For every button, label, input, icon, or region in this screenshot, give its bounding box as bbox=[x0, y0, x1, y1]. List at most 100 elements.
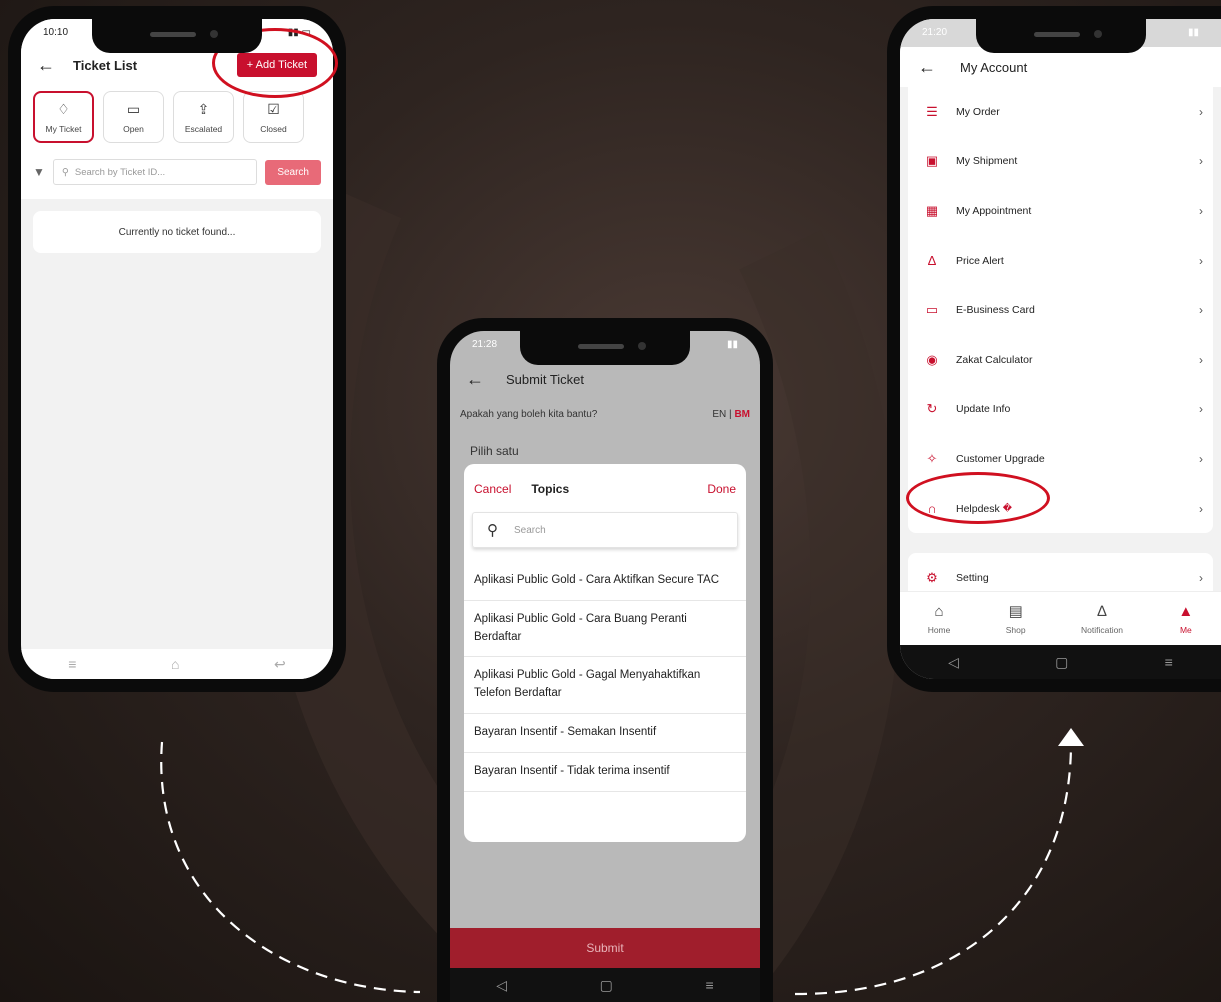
nav-me[interactable]: ▲ Me bbox=[1178, 603, 1193, 635]
language-toggle[interactable]: EN | BM bbox=[712, 409, 750, 420]
menu-item-my-appointment[interactable]: ▦ My Appointment › bbox=[908, 186, 1213, 236]
submit-button[interactable]: Submit bbox=[450, 928, 760, 968]
tab-escalated[interactable]: ⇪ Escalated bbox=[173, 91, 234, 143]
empty-state: Currently no ticket found... bbox=[33, 211, 321, 253]
menu-item-my-shipment[interactable]: ▣ My Shipment › bbox=[908, 137, 1213, 187]
menu-item-my-order[interactable]: ☰ My Order › bbox=[908, 87, 1213, 137]
menu-item-zakat-calculator[interactable]: ◉ Zakat Calculator › bbox=[908, 335, 1213, 385]
person-icon: ▲ bbox=[1178, 602, 1194, 620]
lang-bm[interactable]: BM bbox=[734, 409, 750, 420]
topic-search-input[interactable]: ⚲ Search bbox=[472, 512, 738, 548]
sparkle-icon: ✧ bbox=[926, 450, 938, 466]
topic-item[interactable]: Bayaran Insentif - Semakan Insentif bbox=[464, 714, 746, 753]
nav-label: Shop bbox=[1005, 625, 1026, 635]
app-bar: ← My Account bbox=[900, 47, 1221, 87]
phone-submit-ticket: 21:28 ▮▮ ← Submit Ticket Apakah yang bol… bbox=[437, 318, 773, 1002]
topic-item[interactable]: Aplikasi Public Gold - Cara Buang Perant… bbox=[464, 601, 746, 658]
check-box-icon: ☑ bbox=[267, 100, 280, 117]
tab-label: Escalated bbox=[184, 123, 223, 134]
page-title: My Account bbox=[960, 59, 1028, 75]
help-text: Apakah yang boleh kita bantu? bbox=[460, 409, 598, 420]
topics-sheet: Cancel Topics Done ⚲ Search Aplikasi Pub… bbox=[464, 464, 746, 842]
tab-my-ticket[interactable]: ♢ My Ticket bbox=[33, 91, 94, 143]
menu-icon[interactable]: ≡ bbox=[1165, 654, 1173, 670]
order-icon: ☰ bbox=[926, 103, 938, 119]
bell-icon: ∆ bbox=[1097, 602, 1107, 620]
chevron-right-icon: › bbox=[1199, 501, 1203, 516]
menu-label: My Appointment bbox=[956, 204, 1032, 217]
chevron-right-icon: › bbox=[1199, 402, 1203, 417]
menu-label: My Order bbox=[956, 105, 1000, 118]
filter-icon[interactable]: ▼ bbox=[33, 165, 45, 179]
arrow-left-icon[interactable]: ← bbox=[466, 369, 484, 390]
help-row: Apakah yang boleh kita bantu? EN | BM bbox=[450, 399, 760, 420]
home-icon[interactable]: ⌂ bbox=[171, 656, 179, 672]
escalate-icon: ⇪ bbox=[197, 100, 210, 117]
chevron-right-icon: › bbox=[1199, 571, 1203, 586]
menu-label: Price Alert bbox=[956, 254, 1004, 267]
search-placeholder: Search by Ticket ID... bbox=[74, 166, 166, 178]
screen: 10:10 ▮▮ ▭ ← Ticket List + Add Ticket ♢ … bbox=[21, 19, 333, 679]
ticket-search-input[interactable]: ⚲ Search by Ticket ID... bbox=[52, 159, 258, 185]
card-icon: ▭ bbox=[925, 302, 939, 318]
chevron-right-icon: › bbox=[1199, 203, 1203, 218]
done-button[interactable]: Done bbox=[707, 482, 736, 496]
folder-icon: ▭ bbox=[126, 100, 141, 117]
home-square-icon[interactable]: ▢ bbox=[1055, 654, 1068, 671]
search-row: ▼ ⚲ Search by Ticket ID... Search bbox=[21, 153, 333, 199]
status-time: 10:10 bbox=[43, 27, 69, 38]
chevron-right-icon: › bbox=[1199, 303, 1203, 318]
nav-shop[interactable]: ▤ Shop bbox=[1006, 602, 1026, 635]
status-time: 21:20 bbox=[922, 27, 948, 38]
select-prompt[interactable]: Pilih satu bbox=[450, 420, 760, 458]
nav-notification[interactable]: ∆ Notification bbox=[1081, 603, 1123, 635]
arrow-left-icon[interactable]: ← bbox=[918, 57, 936, 78]
tab-label: Open bbox=[123, 123, 144, 134]
tab-label: Closed bbox=[260, 123, 287, 134]
notch bbox=[92, 19, 262, 53]
system-nav-bar: ≡ ⌂ ↩ bbox=[21, 649, 333, 679]
screen: 21:28 ▮▮ ← Submit Ticket Apakah yang bol… bbox=[450, 331, 760, 1002]
phone-my-account: 21:20 ▮▮ ← My Account ☰ My Order › ▣ My … bbox=[887, 6, 1221, 692]
nav-label: Home bbox=[927, 624, 951, 635]
bottom-nav: ⌂ Home ▤ Shop ∆ Notification ▲ Me bbox=[900, 591, 1221, 645]
bell-icon: ∆ bbox=[928, 253, 936, 269]
menu-item-price-alert[interactable]: ∆ Price Alert › bbox=[908, 236, 1213, 286]
menu-item-update-info[interactable]: ↻ Update Info › bbox=[908, 385, 1213, 435]
notch bbox=[975, 19, 1146, 53]
page-title: Ticket List bbox=[73, 57, 138, 73]
menu-label: Customer Upgrade bbox=[956, 452, 1045, 465]
chevron-right-icon: › bbox=[1199, 253, 1203, 268]
lang-separator: | bbox=[729, 409, 732, 420]
calendar-icon: ▦ bbox=[925, 202, 939, 218]
cancel-button[interactable]: Cancel bbox=[474, 482, 511, 496]
menu-item-e-business-card[interactable]: ▭ E-Business Card › bbox=[908, 285, 1213, 335]
search-button[interactable]: Search bbox=[265, 159, 321, 185]
tab-closed[interactable]: ☑ Closed bbox=[243, 91, 304, 143]
phone-ticket-list: 10:10 ▮▮ ▭ ← Ticket List + Add Ticket ♢ … bbox=[8, 6, 346, 692]
back-triangle-icon[interactable]: ◁ bbox=[948, 654, 959, 671]
arrow-left-icon[interactable]: ← bbox=[37, 55, 55, 76]
calculator-icon: ◉ bbox=[926, 351, 938, 367]
back-triangle-icon[interactable]: ◁ bbox=[496, 977, 507, 994]
search-placeholder: Search bbox=[514, 524, 546, 536]
lang-en[interactable]: EN bbox=[712, 409, 726, 420]
menu-label: Update Info bbox=[956, 403, 1011, 416]
nav-home[interactable]: ⌂ Home bbox=[928, 603, 951, 635]
menu-icon[interactable]: ≡ bbox=[706, 977, 714, 993]
chevron-right-icon: › bbox=[1199, 154, 1203, 169]
refresh-icon: ↻ bbox=[926, 401, 938, 417]
menu-icon[interactable]: ≡ bbox=[68, 656, 76, 672]
nav-label: Me bbox=[1179, 624, 1192, 635]
home-square-icon[interactable]: ▢ bbox=[600, 977, 613, 994]
app-bar: ← Submit Ticket bbox=[450, 359, 760, 399]
topic-item[interactable]: Aplikasi Public Gold - Gagal Menyahaktif… bbox=[464, 657, 746, 715]
gear-icon: ⚙ bbox=[926, 570, 938, 586]
topic-item[interactable]: Bayaran Insentif - Tidak terima insentif bbox=[464, 753, 746, 792]
sheet-header: Cancel Topics Done bbox=[464, 464, 746, 508]
back-icon[interactable]: ↩ bbox=[274, 656, 286, 673]
topic-item[interactable]: Aplikasi Public Gold - Cara Aktifkan Sec… bbox=[464, 562, 746, 601]
shop-bag-icon: ▤ bbox=[1008, 603, 1023, 620]
flow-arrow-right bbox=[794, 744, 1073, 996]
tab-open[interactable]: ▭ Open bbox=[103, 91, 164, 143]
